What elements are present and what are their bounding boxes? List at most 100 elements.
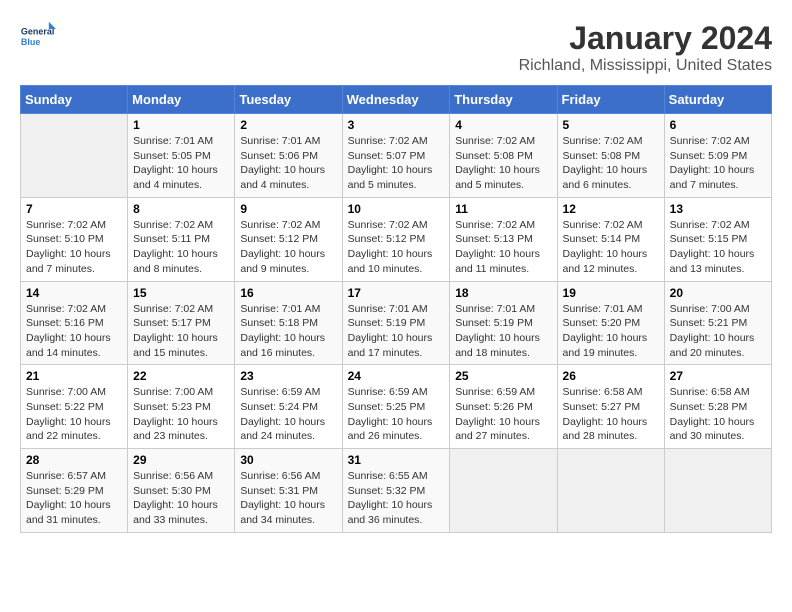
header-monday: Monday	[128, 86, 235, 114]
calendar-header: Sunday Monday Tuesday Wednesday Thursday…	[21, 86, 772, 114]
day-info: Sunrise: 7:01 AM Sunset: 5:20 PM Dayligh…	[563, 302, 659, 361]
header-thursday: Thursday	[450, 86, 557, 114]
calendar-cell	[557, 449, 664, 533]
day-info: Sunrise: 7:01 AM Sunset: 5:06 PM Dayligh…	[240, 134, 336, 193]
day-info: Sunrise: 6:56 AM Sunset: 5:31 PM Dayligh…	[240, 469, 336, 528]
day-number: 1	[133, 118, 229, 132]
calendar-cell: 17 Sunrise: 7:01 AM Sunset: 5:19 PM Dayli…	[342, 281, 450, 365]
calendar-table: Sunday Monday Tuesday Wednesday Thursday…	[20, 85, 772, 533]
calendar-cell: 15Sunrise: 7:02 AM Sunset: 5:17 PM Dayli…	[128, 281, 235, 365]
header-wednesday: Wednesday	[342, 86, 450, 114]
day-number: 10	[348, 202, 445, 216]
day-number: 19	[563, 286, 659, 300]
calendar-cell: 12 Sunrise: 7:02 AM Sunset: 5:14 PM Dayli…	[557, 197, 664, 281]
day-info: Sunrise: 7:02 AM Sunset: 5:12 PM Dayligh…	[240, 218, 336, 277]
calendar-body: 1 Sunrise: 7:01 AM Sunset: 5:05 PM Daylig…	[21, 114, 772, 533]
day-number: 16	[240, 286, 336, 300]
day-info: Sunrise: 6:57 AM Sunset: 5:29 PM Dayligh…	[26, 469, 122, 528]
calendar-cell: 25 Sunrise: 6:59 AM Sunset: 5:26 PM Dayli…	[450, 365, 557, 449]
day-info: Sunrise: 6:58 AM Sunset: 5:28 PM Dayligh…	[670, 385, 766, 444]
day-number: 12	[563, 202, 659, 216]
calendar-cell: 20Sunrise: 7:00 AM Sunset: 5:21 PM Dayli…	[664, 281, 771, 365]
day-info: Sunrise: 7:01 AM Sunset: 5:19 PM Dayligh…	[455, 302, 551, 361]
header-tuesday: Tuesday	[235, 86, 342, 114]
day-number: 17	[348, 286, 445, 300]
day-number: 31	[348, 453, 445, 467]
day-info: Sunrise: 7:01 AM Sunset: 5:05 PM Dayligh…	[133, 134, 229, 193]
day-info: Sunrise: 7:02 AM Sunset: 5:14 PM Dayligh…	[563, 218, 659, 277]
day-number: 8	[133, 202, 229, 216]
calendar-cell: 30Sunrise: 6:56 AM Sunset: 5:31 PM Dayli…	[235, 449, 342, 533]
day-number: 22	[133, 369, 229, 383]
header-row: Sunday Monday Tuesday Wednesday Thursday…	[21, 86, 772, 114]
day-info: Sunrise: 7:02 AM Sunset: 5:08 PM Dayligh…	[455, 134, 551, 193]
calendar-week-row: 1 Sunrise: 7:01 AM Sunset: 5:05 PM Daylig…	[21, 114, 772, 198]
calendar-cell: 14Sunrise: 7:02 AM Sunset: 5:16 PM Dayli…	[21, 281, 128, 365]
calendar-cell	[450, 449, 557, 533]
day-number: 7	[26, 202, 122, 216]
calendar-week-row: 14Sunrise: 7:02 AM Sunset: 5:16 PM Dayli…	[21, 281, 772, 365]
calendar-cell: 31 Sunrise: 6:55 AM Sunset: 5:32 PM Dayli…	[342, 449, 450, 533]
day-number: 6	[670, 118, 766, 132]
day-number: 29	[133, 453, 229, 467]
day-info: Sunrise: 7:02 AM Sunset: 5:10 PM Dayligh…	[26, 218, 122, 277]
day-number: 23	[240, 369, 336, 383]
calendar-cell: 10Sunrise: 7:02 AM Sunset: 5:12 PM Dayli…	[342, 197, 450, 281]
calendar-cell: 18 Sunrise: 7:01 AM Sunset: 5:19 PM Dayli…	[450, 281, 557, 365]
calendar-cell: 4Sunrise: 7:02 AM Sunset: 5:08 PM Daylig…	[450, 114, 557, 198]
calendar-cell: 28 Sunrise: 6:57 AM Sunset: 5:29 PM Dayli…	[21, 449, 128, 533]
day-info: Sunrise: 7:02 AM Sunset: 5:11 PM Dayligh…	[133, 218, 229, 277]
calendar-title: January 2024	[519, 20, 772, 57]
day-info: Sunrise: 6:59 AM Sunset: 5:25 PM Dayligh…	[348, 385, 445, 444]
calendar-cell: 11Sunrise: 7:02 AM Sunset: 5:13 PM Dayli…	[450, 197, 557, 281]
day-info: Sunrise: 7:01 AM Sunset: 5:18 PM Dayligh…	[240, 302, 336, 361]
logo: General Blue	[20, 20, 56, 56]
day-number: 3	[348, 118, 445, 132]
calendar-cell: 7 Sunrise: 7:02 AM Sunset: 5:10 PM Daylig…	[21, 197, 128, 281]
day-info: Sunrise: 6:59 AM Sunset: 5:24 PM Dayligh…	[240, 385, 336, 444]
day-info: Sunrise: 7:02 AM Sunset: 5:15 PM Dayligh…	[670, 218, 766, 277]
calendar-cell: 29 Sunrise: 6:56 AM Sunset: 5:30 PM Dayli…	[128, 449, 235, 533]
calendar-week-row: 28 Sunrise: 6:57 AM Sunset: 5:29 PM Dayli…	[21, 449, 772, 533]
day-info: Sunrise: 7:02 AM Sunset: 5:07 PM Dayligh…	[348, 134, 445, 193]
calendar-cell: 24Sunrise: 6:59 AM Sunset: 5:25 PM Dayli…	[342, 365, 450, 449]
day-info: Sunrise: 6:59 AM Sunset: 5:26 PM Dayligh…	[455, 385, 551, 444]
calendar-cell: 1 Sunrise: 7:01 AM Sunset: 5:05 PM Daylig…	[128, 114, 235, 198]
calendar-cell: 6 Sunrise: 7:02 AM Sunset: 5:09 PM Daylig…	[664, 114, 771, 198]
header-saturday: Saturday	[664, 86, 771, 114]
day-info: Sunrise: 7:02 AM Sunset: 5:09 PM Dayligh…	[670, 134, 766, 193]
svg-text:Blue: Blue	[21, 37, 41, 47]
calendar-week-row: 21Sunrise: 7:00 AM Sunset: 5:22 PM Dayli…	[21, 365, 772, 449]
calendar-cell: 13 Sunrise: 7:02 AM Sunset: 5:15 PM Dayli…	[664, 197, 771, 281]
day-number: 13	[670, 202, 766, 216]
day-number: 2	[240, 118, 336, 132]
calendar-cell: 9Sunrise: 7:02 AM Sunset: 5:12 PM Daylig…	[235, 197, 342, 281]
day-number: 26	[563, 369, 659, 383]
day-number: 25	[455, 369, 551, 383]
day-info: Sunrise: 7:02 AM Sunset: 5:16 PM Dayligh…	[26, 302, 122, 361]
day-info: Sunrise: 7:02 AM Sunset: 5:08 PM Dayligh…	[563, 134, 659, 193]
calendar-cell: 23 Sunrise: 6:59 AM Sunset: 5:24 PM Dayli…	[235, 365, 342, 449]
day-number: 27	[670, 369, 766, 383]
calendar-subtitle: Richland, Mississippi, United States	[519, 57, 772, 75]
calendar-cell: 21Sunrise: 7:00 AM Sunset: 5:22 PM Dayli…	[21, 365, 128, 449]
calendar-cell: 22Sunrise: 7:00 AM Sunset: 5:23 PM Dayli…	[128, 365, 235, 449]
day-number: 11	[455, 202, 551, 216]
day-number: 28	[26, 453, 122, 467]
day-info: Sunrise: 6:56 AM Sunset: 5:30 PM Dayligh…	[133, 469, 229, 528]
day-number: 5	[563, 118, 659, 132]
calendar-cell: 8 Sunrise: 7:02 AM Sunset: 5:11 PM Daylig…	[128, 197, 235, 281]
day-info: Sunrise: 6:58 AM Sunset: 5:27 PM Dayligh…	[563, 385, 659, 444]
day-number: 15	[133, 286, 229, 300]
title-block: January 2024 Richland, Mississippi, Unit…	[519, 20, 772, 75]
day-number: 18	[455, 286, 551, 300]
day-info: Sunrise: 7:01 AM Sunset: 5:19 PM Dayligh…	[348, 302, 445, 361]
day-info: Sunrise: 7:00 AM Sunset: 5:22 PM Dayligh…	[26, 385, 122, 444]
day-info: Sunrise: 7:00 AM Sunset: 5:21 PM Dayligh…	[670, 302, 766, 361]
calendar-cell: 19 Sunrise: 7:01 AM Sunset: 5:20 PM Dayli…	[557, 281, 664, 365]
calendar-cell: 26 Sunrise: 6:58 AM Sunset: 5:27 PM Dayli…	[557, 365, 664, 449]
calendar-cell: 27 Sunrise: 6:58 AM Sunset: 5:28 PM Dayli…	[664, 365, 771, 449]
calendar-cell	[21, 114, 128, 198]
header-friday: Friday	[557, 86, 664, 114]
day-info: Sunrise: 6:55 AM Sunset: 5:32 PM Dayligh…	[348, 469, 445, 528]
